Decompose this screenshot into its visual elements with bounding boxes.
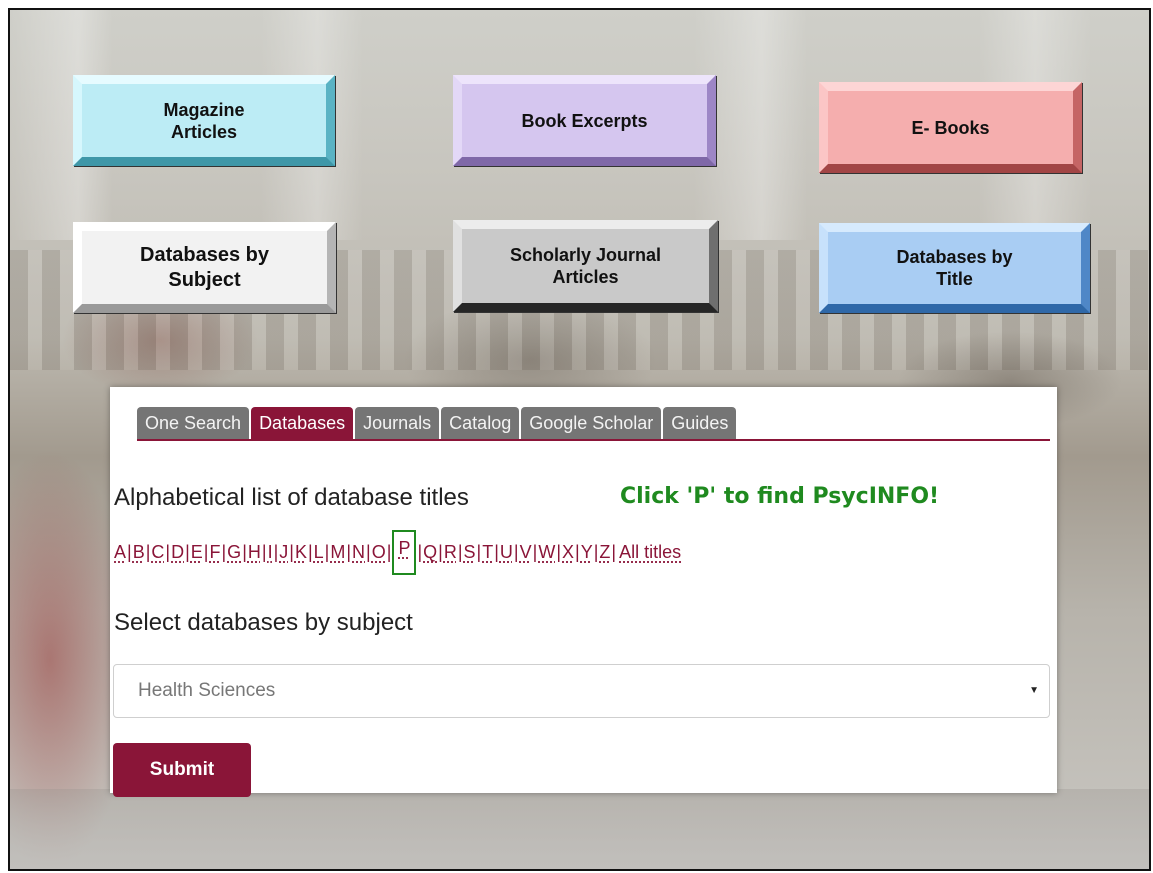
subject-select-value: Health Sciences [138, 680, 276, 701]
letter-separator: | [289, 542, 294, 562]
letter-separator: | [556, 542, 561, 562]
letter-separator: | [611, 542, 617, 562]
letter-separator: | [307, 542, 313, 562]
letter-link-y[interactable]: Y [581, 542, 593, 563]
tab-databases[interactable]: Databases [251, 407, 354, 439]
letter-separator: | [386, 542, 392, 562]
button-label-line: E- Books [911, 117, 990, 138]
letter-link-r[interactable]: R [444, 542, 457, 563]
button-label-line: Magazine [163, 99, 245, 120]
magazine-articles-button[interactable]: Magazine Articles [73, 75, 335, 166]
letter-separator: | [165, 542, 171, 562]
dropdown-arrow-icon: ▼ [1029, 685, 1039, 696]
letter-link-n[interactable]: N [352, 542, 365, 563]
tab-one-search[interactable]: One Search [137, 407, 250, 439]
letter-link-s[interactable]: S [464, 542, 476, 563]
letter-separator: | [346, 542, 352, 562]
letter-link-h[interactable]: H [248, 542, 261, 563]
letter-separator: | [242, 542, 247, 562]
letter-separator: | [457, 542, 463, 562]
submit-button[interactable]: Submit [113, 743, 251, 797]
letter-link-p[interactable]: P [392, 530, 417, 575]
letter-separator: | [127, 542, 132, 562]
databases-by-title-button[interactable]: Databases by Title [819, 223, 1090, 313]
subject-select[interactable]: Health Sciences ▼ [113, 664, 1050, 718]
psycinfo-callout: Click 'P' to find PsycINFO! [620, 484, 940, 509]
letter-link-v[interactable]: V [520, 542, 532, 563]
button-label-line: Book Excerpts [521, 110, 648, 131]
scholarly-journal-articles-button[interactable]: Scholarly Journal Articles [453, 220, 718, 312]
letter-link-t[interactable]: T [482, 542, 493, 563]
button-label-line: Articles [170, 121, 238, 142]
letter-separator: | [532, 542, 538, 562]
letter-separator: | [575, 542, 580, 562]
letter-link-w[interactable]: W [538, 542, 555, 563]
alphabetical-list-heading: Alphabetical list of database titles [114, 484, 469, 511]
letter-separator: | [185, 542, 190, 562]
letter-link-o[interactable]: O [372, 542, 386, 563]
letter-separator: | [261, 542, 267, 562]
search-tabs: One Search Databases Journals Catalog Go… [137, 407, 737, 439]
letter-link-m[interactable]: M [330, 542, 345, 563]
letter-separator: | [417, 542, 423, 562]
letter-link-q[interactable]: Q [423, 542, 437, 563]
floor [10, 789, 1149, 869]
screenshot-frame: Magazine Articles Book Excerpts E- Books… [8, 8, 1151, 871]
letter-link-l[interactable]: L [314, 542, 324, 563]
button-label-line: Title [936, 269, 973, 289]
letter-link-z[interactable]: Z [599, 542, 610, 563]
button-label-line: Scholarly Journal [509, 245, 662, 265]
tab-underline [137, 439, 1050, 441]
tab-catalog[interactable]: Catalog [441, 407, 520, 439]
databases-by-subject-button[interactable]: Databases by Subject [73, 222, 336, 313]
letter-separator: | [145, 542, 151, 562]
book-excerpts-button[interactable]: Book Excerpts [453, 75, 716, 166]
letter-link-u[interactable]: U [500, 542, 513, 563]
letter-separator: | [494, 542, 499, 562]
letter-link-g[interactable]: G [227, 542, 241, 563]
tab-guides[interactable]: Guides [663, 407, 737, 439]
letter-link-j[interactable]: J [279, 542, 288, 563]
letter-separator: | [203, 542, 209, 562]
e-books-button[interactable]: E- Books [819, 82, 1082, 173]
letter-link-b[interactable]: B [133, 542, 145, 563]
letter-link-c[interactable]: C [151, 542, 164, 563]
button-label-line: Databases by [140, 243, 269, 266]
letter-separator: | [366, 542, 371, 562]
letter-link-a[interactable]: A [114, 542, 126, 563]
letter-separator: | [593, 542, 599, 562]
letter-separator: | [273, 542, 279, 562]
letter-separator: | [513, 542, 519, 562]
search-panel: One Search Databases Journals Catalog Go… [110, 387, 1057, 797]
letter-separator: | [221, 542, 227, 562]
letter-separator: | [438, 542, 443, 562]
tab-journals[interactable]: Journals [355, 407, 440, 439]
letter-link-i[interactable]: I [268, 542, 273, 563]
letter-link-x[interactable]: X [562, 542, 574, 563]
alphabet-nav: A | B | C | D | E | F | G | H | I | J | K | L | M | N | O | P | Q | R | S | T |… [114, 530, 1054, 575]
button-label-line: Articles [552, 267, 619, 287]
letter-separator: | [476, 542, 482, 562]
tab-google-scholar[interactable]: Google Scholar [521, 407, 662, 439]
all-titles-link[interactable]: All titles [619, 542, 681, 563]
letter-link-f[interactable]: F [209, 542, 220, 563]
letter-link-e[interactable]: E [191, 542, 203, 563]
letter-separator: | [324, 542, 330, 562]
button-label-line: Databases by [896, 247, 1013, 267]
subject-heading: Select databases by subject [114, 609, 413, 636]
letter-link-k[interactable]: K [295, 542, 307, 563]
button-label-line: Subject [168, 268, 241, 291]
letter-link-d[interactable]: D [171, 542, 184, 563]
